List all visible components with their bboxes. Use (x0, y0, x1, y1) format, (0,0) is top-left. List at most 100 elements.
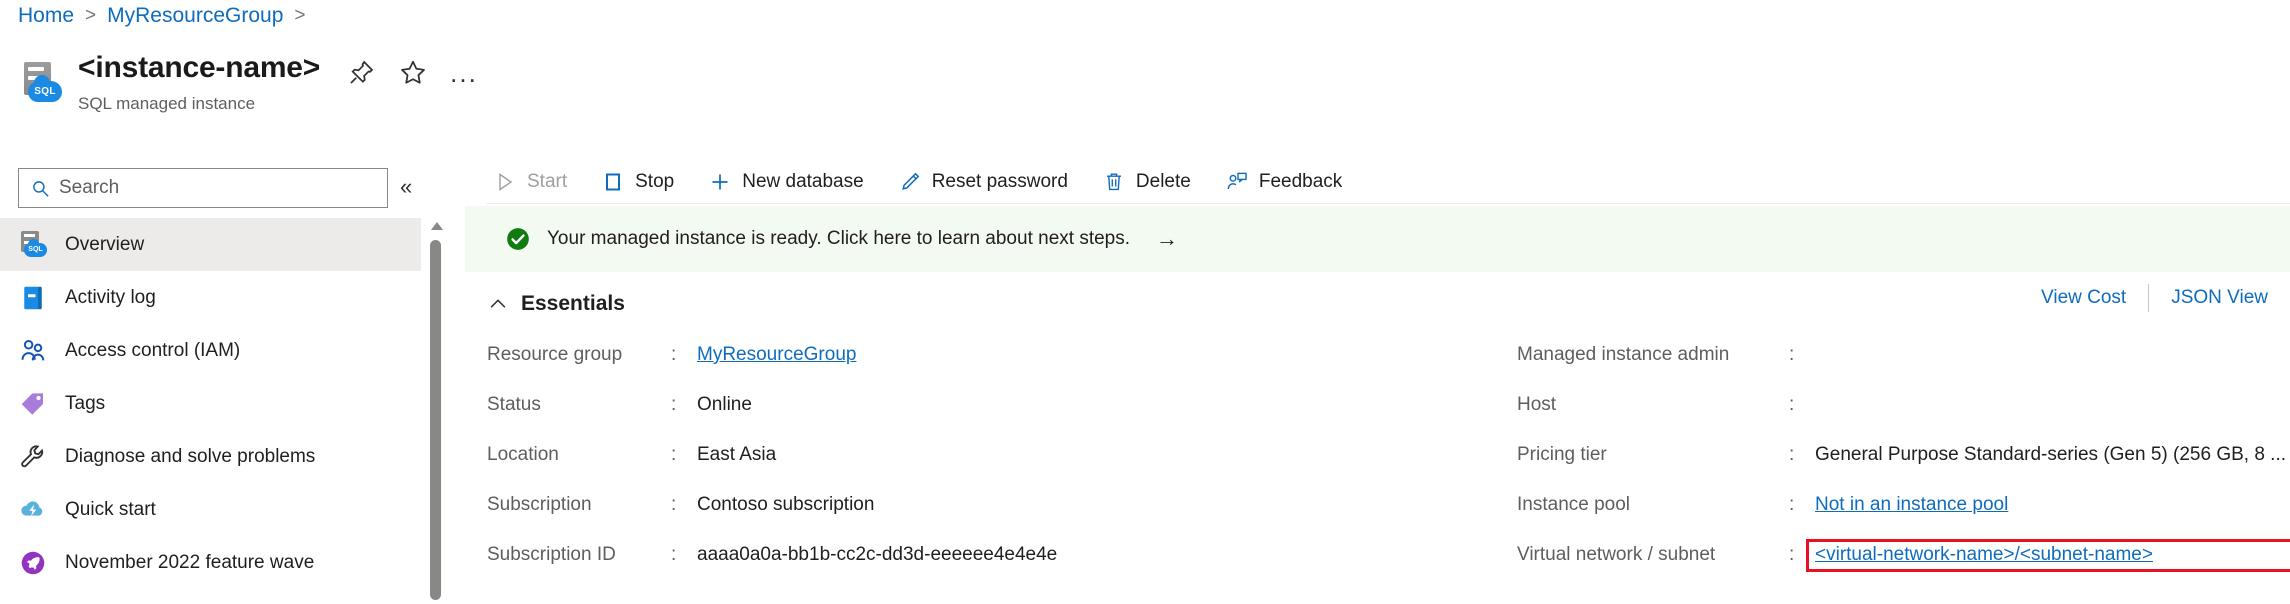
delete-button[interactable]: Delete (1096, 164, 1207, 200)
status-banner[interactable]: Your managed instance is ready. Click he… (465, 206, 2290, 272)
start-button[interactable]: Start (487, 164, 583, 200)
collapse-sidebar-button[interactable]: « (400, 174, 412, 200)
resource-title-row: SQL <instance-name> SQL managed instance… (18, 52, 478, 114)
instance-pool-link[interactable]: Not in an instance pool (1815, 494, 2008, 516)
property-row-location: Location : East Asia (487, 430, 1057, 480)
subscription-id-value: aaaa0a0a-bb1b-cc2c-dd3d-eeeeee4e4e4e (697, 544, 1058, 565)
sidebar-item-label: Quick start (65, 498, 156, 520)
stop-button[interactable]: Stop (595, 164, 690, 200)
property-label: Virtual network / subnet (1517, 544, 1716, 565)
reset-password-button[interactable]: Reset password (892, 164, 1084, 200)
rocket-icon (18, 548, 48, 578)
view-cost-link[interactable]: View Cost (2019, 287, 2148, 309)
delete-button-label: Delete (1135, 171, 1191, 192)
property-row-status: Status : Online (487, 380, 1057, 430)
property-row-pricing-tier: Pricing tier : General Purpose Standard-… (1517, 430, 2290, 480)
search-box[interactable] (18, 168, 388, 208)
main-content: Start Stop New database Reset password D… (465, 0, 2290, 604)
sidebar-item-label: Access control (IAM) (65, 339, 241, 361)
page-title: <instance-name> (78, 51, 321, 84)
property-colon: : (671, 394, 677, 415)
property-colon: : (1789, 444, 1795, 465)
subscription-value: Contoso subscription (697, 494, 875, 515)
sidebar-item-label: November 2022 feature wave (65, 551, 315, 573)
property-label: Subscription (487, 494, 592, 515)
wrench-icon (18, 442, 48, 472)
sidebar-item-tags[interactable]: Tags (0, 377, 421, 430)
start-button-label: Start (527, 171, 568, 192)
banner-link[interactable]: Your managed instance is ready. Click he… (505, 226, 1178, 252)
sidebar-item-access-control[interactable]: Access control (IAM) (0, 324, 421, 377)
stop-button-label: Stop (635, 171, 675, 192)
properties-right-column: Managed instance admin : Host : Pricing … (1517, 330, 2290, 580)
favorite-star-icon[interactable] (398, 58, 428, 88)
activity-log-icon (18, 283, 48, 313)
access-control-icon (18, 336, 48, 366)
property-label: Status (487, 394, 541, 415)
breadcrumb-separator-icon: > (294, 5, 306, 26)
essentials-title: Essentials (521, 292, 625, 315)
breadcrumb: Home > MyResourceGroup > (18, 4, 305, 28)
sidebar-item-overview[interactable]: SQL Overview (0, 218, 421, 271)
sidebar-item-label: Tags (65, 392, 106, 414)
sidebar-item-activity-log[interactable]: Activity log (0, 271, 421, 324)
property-colon: : (671, 494, 677, 515)
property-label: Host (1517, 394, 1557, 415)
resource-type-label: SQL managed instance (78, 93, 256, 113)
sidebar-nav-list: SQL Overview Activity log Access control… (0, 218, 421, 589)
sidebar-item-diagnose-solve-problems[interactable]: Diagnose and solve problems (0, 430, 421, 483)
search-input[interactable] (59, 177, 369, 199)
virtual-network-subnet-link[interactable]: <virtual-network-name>/<subnet-name> (1815, 544, 2153, 565)
success-check-icon (505, 226, 531, 252)
command-toolbar: Start Stop New database Reset password D… (487, 158, 2290, 206)
sidebar-scrollbar[interactable] (427, 160, 443, 604)
sidebar-item-november-2022-feature-wave[interactable]: November 2022 feature wave (0, 536, 421, 589)
banner-text: Your managed instance is ready. Click he… (547, 228, 1131, 249)
property-label: Location (487, 444, 559, 465)
property-row-host: Host : (1517, 380, 2290, 430)
pricing-tier-value: General Purpose Standard-series (Gen 5) … (1815, 444, 2287, 465)
sql-icon-label: SQL (34, 85, 56, 97)
sql-managed-instance-icon: SQL (18, 60, 64, 106)
sidebar-item-quick-start[interactable]: Quick start (0, 483, 421, 536)
resource-menu-sidebar: « SQL Overview Activity log (0, 160, 433, 604)
new-database-button-label: New database (742, 171, 864, 192)
toolbar-divider (487, 203, 2290, 204)
scroll-up-arrow-icon[interactable] (431, 222, 443, 230)
essentials-links: View Cost JSON View (2019, 284, 2268, 312)
property-row-instance-pool: Instance pool : Not in an instance pool (1517, 480, 2290, 530)
property-colon: : (1789, 494, 1795, 515)
chevron-up-icon[interactable] (487, 293, 509, 315)
feedback-button-label: Feedback (1258, 171, 1343, 192)
resource-group-link[interactable]: MyResourceGroup (697, 344, 856, 366)
location-value: East Asia (697, 444, 777, 465)
property-row-virtual-network-subnet: Virtual network / subnet : <virtual-netw… (1517, 530, 2290, 580)
tags-icon (18, 389, 48, 419)
feedback-button[interactable]: Feedback (1219, 164, 1358, 200)
property-label: Instance pool (1517, 494, 1631, 515)
status-value: Online (697, 394, 752, 415)
property-colon: : (1789, 394, 1795, 415)
property-label: Subscription ID (487, 544, 616, 565)
virtual-network-highlight-box: <virtual-network-name>/<subnet-name> (1806, 538, 2290, 572)
banner-arrow-icon: → (1156, 226, 1179, 251)
property-colon: : (671, 444, 677, 465)
quick-start-icon (18, 495, 48, 525)
property-row-subscription-id: Subscription ID : aaaa0a0a-bb1b-cc2c-dd3… (487, 530, 1057, 580)
breadcrumb-separator-icon: > (85, 5, 97, 26)
sidebar-item-label: Diagnose and solve problems (65, 445, 316, 467)
property-colon: : (1789, 344, 1795, 365)
property-colon: : (671, 544, 677, 565)
search-icon (31, 179, 50, 198)
pin-icon[interactable] (346, 58, 376, 88)
property-label: Managed instance admin (1517, 344, 1730, 365)
property-colon: : (671, 344, 677, 365)
json-view-link[interactable]: JSON View (2149, 287, 2268, 309)
sql-managed-instance-icon: SQL (18, 230, 48, 260)
new-database-button[interactable]: New database (702, 164, 879, 200)
property-row-subscription: Subscription : Contoso subscription (487, 480, 1057, 530)
breadcrumb-item-home[interactable]: Home (18, 4, 74, 28)
reset-password-button-label: Reset password (931, 171, 1068, 192)
scrollbar-thumb[interactable] (430, 240, 441, 600)
breadcrumb-item-resource-group[interactable]: MyResourceGroup (107, 4, 283, 28)
